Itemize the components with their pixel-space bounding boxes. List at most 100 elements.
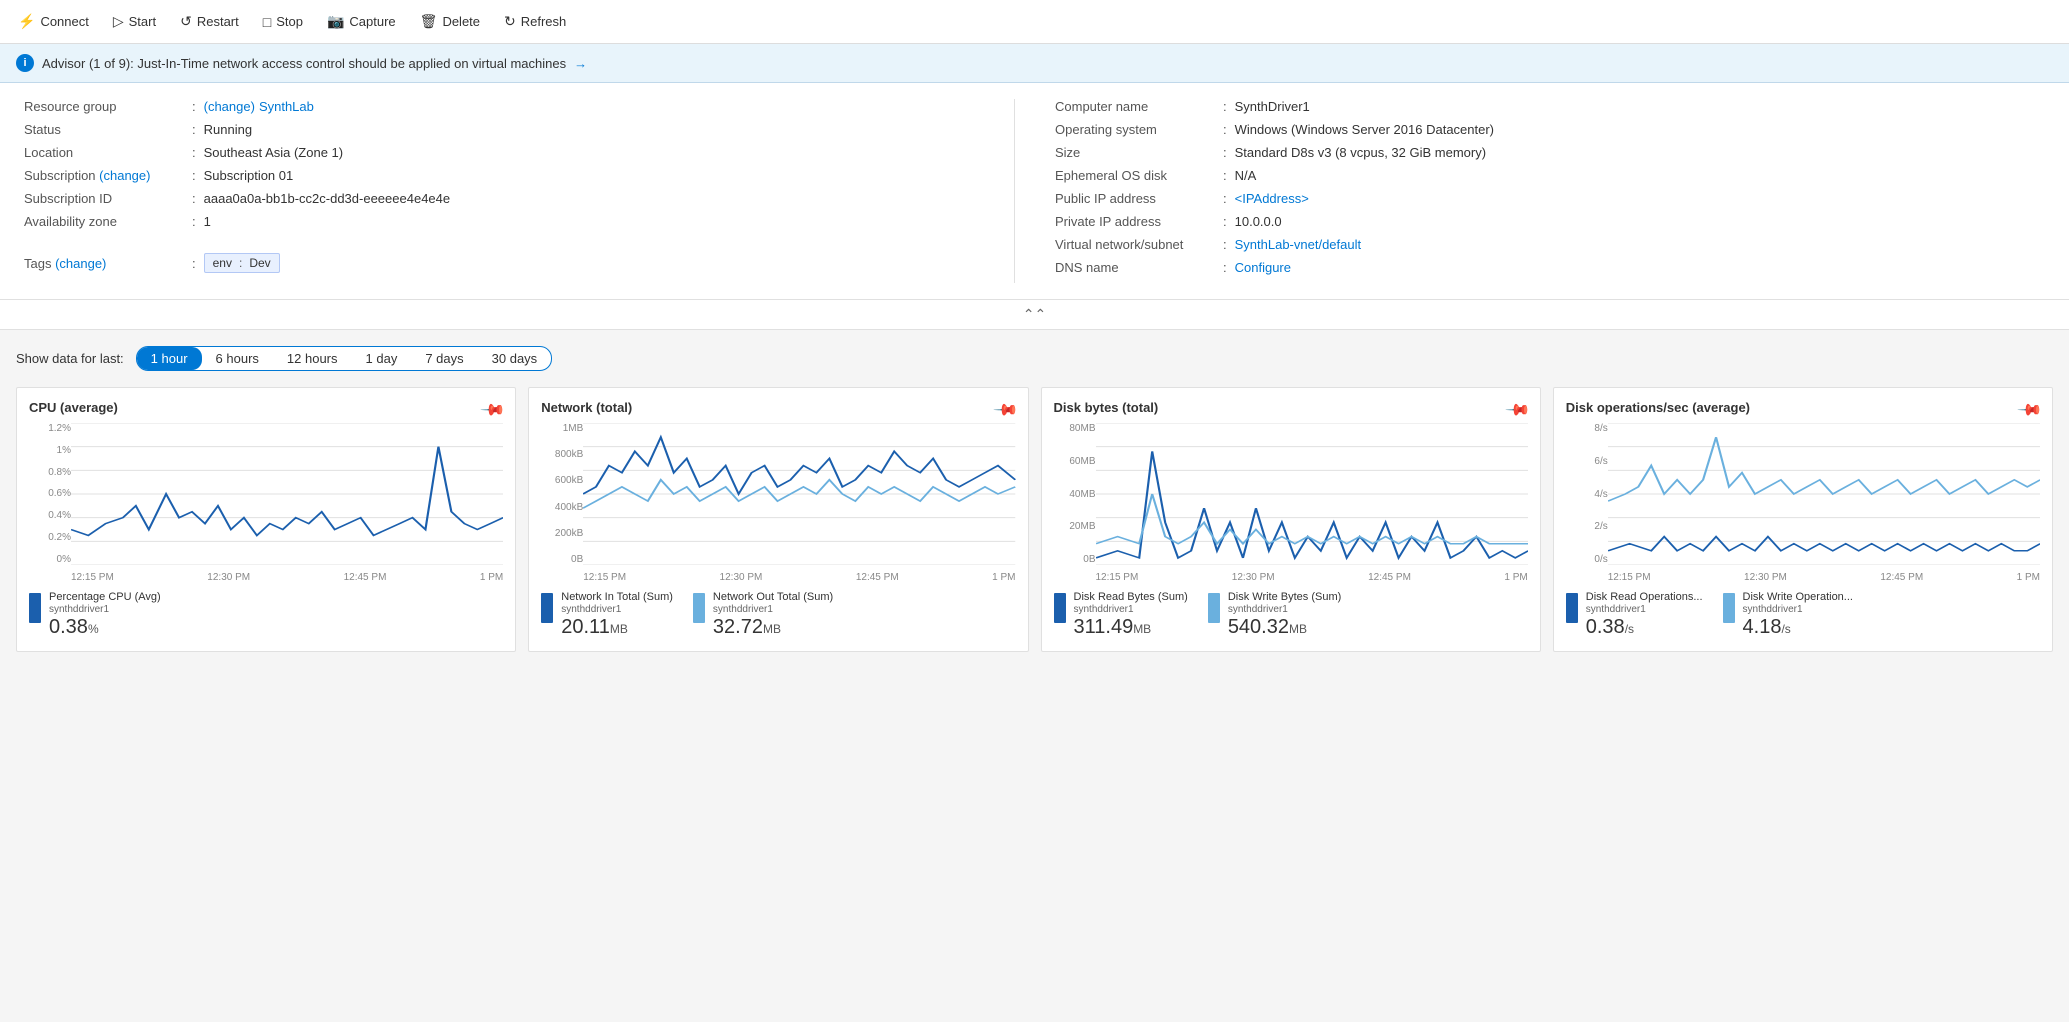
chart-area-cpu: 1.2%1%0.8%0.6%0.4%0.2%0%12:15 PM12:30 PM…	[29, 423, 503, 583]
private-ip-label: Private IP address	[1055, 214, 1215, 229]
xaxis-label: 12:45 PM	[856, 572, 899, 583]
start-icon: ▷	[113, 13, 124, 30]
connect-button[interactable]: ⚡ Connect	[8, 7, 99, 36]
capture-label: Capture	[349, 14, 395, 29]
resource-group-change[interactable]: (change)	[204, 99, 255, 114]
info-icon: i	[16, 54, 34, 72]
collapse-bar[interactable]: ⌃⌃	[0, 300, 2069, 330]
time-filter-6_hours[interactable]: 6 hours	[202, 347, 273, 370]
yaxis-label: 0.2%	[29, 532, 71, 543]
legend-color	[1054, 593, 1066, 623]
legend-color	[541, 593, 553, 623]
chart-title-disk-ops: Disk operations/sec (average)	[1566, 400, 2040, 415]
tag-key: env	[213, 256, 232, 270]
yaxis-label: 6/s	[1566, 456, 1608, 467]
time-filter-1_hour[interactable]: 1 hour	[137, 347, 202, 370]
capture-button[interactable]: 📷 Capture	[317, 7, 406, 36]
yaxis-label: 80MB	[1054, 423, 1096, 434]
toolbar: ⚡ Connect ▷ Start ↺ Restart □ Stop 📷 Cap…	[0, 0, 2069, 44]
yaxis-label: 200kB	[541, 528, 583, 539]
legend-name: Network Out Total (Sum)	[713, 591, 833, 603]
private-ip-value: 10.0.0.0	[1235, 214, 1282, 229]
restart-button[interactable]: ↺ Restart	[170, 7, 249, 36]
xaxis-label: 1 PM	[2017, 572, 2040, 583]
metric-value: 0.38%	[49, 616, 161, 639]
chart-svg	[583, 423, 1015, 565]
delete-button[interactable]: 🗑 Delete	[410, 7, 490, 36]
chart-disk-bytes: Disk bytes (total)📌80MB60MB40MB20MB0B12:…	[1041, 387, 1541, 652]
time-filter-12_hours[interactable]: 12 hours	[273, 347, 352, 370]
vnet-row: Virtual network/subnet : SynthLab-vnet/d…	[1055, 237, 2045, 252]
subscription-id-label: Subscription ID	[24, 191, 184, 206]
yaxis-label: 0/s	[1566, 554, 1608, 565]
subscription-row: Subscription (change) : Subscription 01	[24, 168, 1014, 183]
legend-item: Network In Total (Sum)synthddriver120.11…	[541, 591, 673, 639]
stop-button[interactable]: □ Stop	[253, 8, 313, 36]
yaxis-label: 0.4%	[29, 510, 71, 521]
chart-yaxis: 80MB60MB40MB20MB0B	[1054, 423, 1096, 583]
yaxis-label: 0B	[1054, 554, 1096, 565]
public-ip-value[interactable]: <IPAddress>	[1235, 191, 1309, 206]
chart-xaxis: 12:15 PM12:30 PM12:45 PM1 PM	[1608, 572, 2040, 583]
yaxis-label: 0.8%	[29, 467, 71, 478]
dns-value[interactable]: Configure	[1235, 260, 1291, 275]
yaxis-label: 0.6%	[29, 488, 71, 499]
chart-svg	[1608, 423, 2040, 565]
chart-xaxis: 12:15 PM12:30 PM12:45 PM1 PM	[71, 572, 503, 583]
yaxis-label: 8/s	[1566, 423, 1608, 434]
status-row: Status : Running	[24, 122, 1014, 137]
time-filter-1_day[interactable]: 1 day	[352, 347, 412, 370]
legend-item: Disk Read Bytes (Sum)synthddriver1311.49…	[1054, 591, 1188, 639]
availability-zone-row: Availability zone : 1	[24, 214, 1014, 229]
tags-label: Tags (change)	[24, 256, 184, 271]
time-filter-row: Show data for last: 1 hour6 hours12 hour…	[16, 346, 2053, 371]
xaxis-label: 12:45 PM	[344, 572, 387, 583]
yaxis-label: 600kB	[541, 475, 583, 486]
dns-row: DNS name : Configure	[1055, 260, 2045, 275]
metric-value: 4.18/s	[1743, 616, 1853, 639]
availability-zone-label: Availability zone	[24, 214, 184, 229]
computer-name-label: Computer name	[1055, 99, 1215, 114]
legend-name: Disk Read Bytes (Sum)	[1074, 591, 1188, 603]
start-button[interactable]: ▷ Start	[103, 7, 166, 36]
yaxis-label: 40MB	[1054, 489, 1096, 500]
time-filter-7_days[interactable]: 7 days	[411, 347, 477, 370]
legend-name: Disk Read Operations...	[1586, 591, 1703, 603]
legend-item: Disk Read Operations...synthddriver10.38…	[1566, 591, 1703, 639]
vnet-value[interactable]: SynthLab-vnet/default	[1235, 237, 1361, 252]
chart-legend: Percentage CPU (Avg)synthddriver10.38%	[29, 587, 503, 639]
location-row: Location : Southeast Asia (Zone 1)	[24, 145, 1014, 160]
availability-zone-value: 1	[204, 214, 211, 229]
subscription-id-row: Subscription ID : aaaa0a0a-bb1b-cc2c-dd3…	[24, 191, 1014, 206]
resource-group-value[interactable]: SynthLab	[259, 99, 314, 114]
status-value: Running	[204, 122, 252, 137]
legend-item: Disk Write Bytes (Sum)synthddriver1540.3…	[1208, 591, 1341, 639]
xaxis-label: 1 PM	[480, 572, 503, 583]
yaxis-label: 20MB	[1054, 521, 1096, 532]
metric-value: 0.38/s	[1586, 616, 1703, 639]
chart-legend: Disk Read Operations...synthddriver10.38…	[1566, 587, 2040, 639]
chart-network: Network (total)📌1MB800kB600kB400kB200kB0…	[528, 387, 1028, 652]
legend-color	[693, 593, 705, 623]
refresh-icon: ↻	[504, 13, 516, 30]
refresh-button[interactable]: ↻ Refresh	[494, 7, 576, 36]
chart-legend: Network In Total (Sum)synthddriver120.11…	[541, 587, 1015, 639]
subscription-change[interactable]: (change)	[99, 168, 150, 183]
ephemeral-row: Ephemeral OS disk : N/A	[1055, 168, 2045, 183]
xaxis-label: 12:30 PM	[1232, 572, 1275, 583]
tag-badge[interactable]: env : Dev	[204, 253, 280, 273]
metric-value: 32.72MB	[713, 616, 833, 639]
xaxis-label: 12:30 PM	[720, 572, 763, 583]
start-label: Start	[129, 14, 156, 29]
yaxis-label: 1%	[29, 445, 71, 456]
time-filter-30_days[interactable]: 30 days	[478, 347, 552, 370]
chart-area-network: 1MB800kB600kB400kB200kB0B12:15 PM12:30 P…	[541, 423, 1015, 583]
tags-change[interactable]: (change)	[55, 256, 106, 271]
legend-item: Percentage CPU (Avg)synthddriver10.38%	[29, 591, 161, 639]
advisor-link[interactable]: →	[574, 56, 587, 71]
chart-xaxis: 12:15 PM12:30 PM12:45 PM1 PM	[1096, 572, 1528, 583]
status-label: Status	[24, 122, 184, 137]
chart-disk-ops: Disk operations/sec (average)📌8/s6/s4/s2…	[1553, 387, 2053, 652]
subscription-id-value: aaaa0a0a-bb1b-cc2c-dd3d-eeeeee4e4e4e	[204, 191, 451, 206]
resource-group-label: Resource group	[24, 99, 184, 114]
